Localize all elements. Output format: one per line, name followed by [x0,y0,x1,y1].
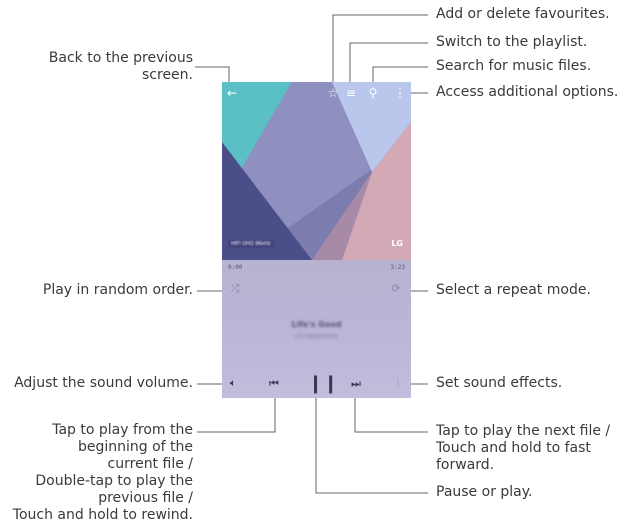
equalizer-icon[interactable]: ⫶ [391,377,405,391]
line-next [354,395,428,433]
repeat-icon[interactable]: ⟳ [389,282,403,295]
callout-random: Play in random order. [42,282,193,298]
back-arrow-icon[interactable]: ← [226,87,238,99]
callout-previous: Tap to play from the beginning of the cu… [12,422,193,523]
callout-effects: Set sound effects. [436,375,563,391]
volume-icon[interactable]: 🔈︎ [225,378,241,389]
fast-forward-icon[interactable]: ⏭︎ [348,377,364,391]
callout-favourites: Add or delete favourites. [436,6,610,22]
quality-badge: HIFI UHQ 96kHz [228,240,274,248]
callout-search: Search for music files. [436,58,592,74]
elapsed-time: 0:00 [228,264,243,271]
player-controls: 0:00 3:23 ⤮ ⟳ Life's Good LG Electronics… [222,260,411,398]
callout-next: Tap to play the next file / Touch and ho… [436,423,611,473]
callout-options: Access additional options. [436,84,619,100]
more-vertical-icon[interactable]: ⋮ [394,87,406,99]
track-title: Life's Good [291,320,342,329]
line-playlist [349,42,428,86]
music-player-screen: ← ☆ ≡ ⚲ ⋮ HIFI UHQ 96kHz LG 0:00 3:23 ⤮ … [222,82,411,398]
rewind-icon[interactable]: ⏮︎ [266,377,282,391]
album-artwork: ← ☆ ≡ ⚲ ⋮ HIFI UHQ 96kHz LG [222,82,411,260]
line-previous [197,395,276,433]
star-icon[interactable]: ☆ [326,87,340,99]
callout-repeat: Select a repeat mode. [436,282,591,298]
callout-playlist: Switch to the playlist. [436,34,588,50]
pause-icon[interactable]: ❙❙ [308,373,338,394]
callout-pause: Pause or play. [436,484,533,500]
total-duration: 3:23 [390,264,405,271]
callout-volume: Adjust the sound volume. [14,375,193,391]
brand-logo: LG [391,239,403,248]
shuffle-icon[interactable]: ⤮ [228,282,242,296]
callout-back: Back to the previous screen. [48,50,193,83]
line-pause [315,398,428,494]
playlist-icon[interactable]: ≡ [344,87,358,99]
track-artist: LG Electronics [295,333,338,340]
search-icon[interactable]: ⚲ [366,87,380,99]
line-favourites [332,14,428,86]
